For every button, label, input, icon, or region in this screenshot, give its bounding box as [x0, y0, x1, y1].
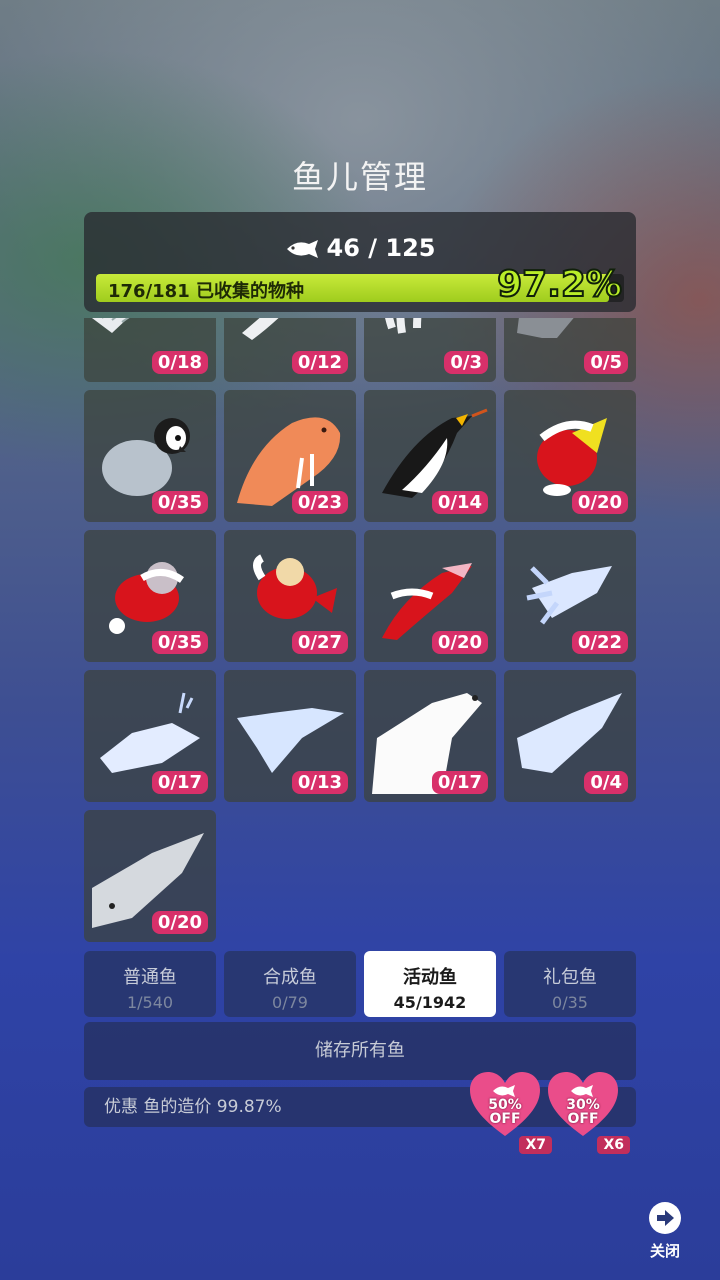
fish-card[interactable]: 0/5	[504, 318, 636, 382]
coupon-text: 50% OFF	[488, 1097, 522, 1127]
fish-card[interactable]: 0/14	[364, 390, 496, 522]
fish-card[interactable]: 0/23	[224, 390, 356, 522]
fish-card[interactable]: 0/35	[84, 530, 216, 662]
species-progress-label: 176/181 已收集的物种	[108, 281, 304, 302]
tab-label: 普通鱼	[123, 967, 177, 988]
fish-card[interactable]: 0/20	[504, 390, 636, 522]
tab-count: 0/79	[272, 993, 308, 1012]
fish-card[interactable]: 0/35	[84, 390, 216, 522]
species-progress-percent: 97.2%	[496, 263, 623, 306]
fish-count-badge: 0/18	[151, 351, 208, 374]
tab-merged-fish[interactable]: 合成鱼 0/79	[224, 951, 356, 1017]
fish-card[interactable]: 0/18	[84, 318, 216, 382]
tab-event-fish[interactable]: 活动鱼 45/1942	[364, 951, 496, 1017]
coupon-50-off[interactable]: 50% OFF X7	[470, 1072, 552, 1154]
tab-count: 45/1942	[393, 993, 467, 1012]
fish-count-badge: 0/20	[151, 911, 208, 934]
close-icon	[649, 1202, 681, 1234]
fish-card[interactable]: 0/22	[504, 530, 636, 662]
collection-summary-panel: 46 / 125 176/181 已收集的物种 97.2%	[84, 212, 636, 312]
fish-card[interactable]: 0/27	[224, 530, 356, 662]
coupon-30-off[interactable]: 30% OFF X6	[548, 1072, 630, 1154]
page-title: 鱼儿管理	[291, 158, 428, 196]
fish-icon	[493, 1085, 515, 1097]
tab-label: 活动鱼	[403, 967, 457, 988]
fish-count-badge: 0/35	[151, 491, 208, 514]
fish-count-badge: 0/5	[584, 351, 628, 374]
tab-gift-fish[interactable]: 礼包鱼 0/35	[504, 951, 636, 1017]
tab-label: 礼包鱼	[543, 967, 597, 988]
tab-count: 0/35	[552, 993, 588, 1012]
fish-count-badge: 0/3	[444, 351, 488, 374]
fish-count-row: 46 / 125	[84, 234, 636, 262]
fish-grid: 0/18 0/12 0/3 0/5 0/35 0/23 0/14 0/20 0/…	[84, 318, 640, 942]
fish-count-badge: 0/20	[431, 631, 488, 654]
fish-count-badge: 0/12	[291, 351, 348, 374]
tab-count: 1/540	[126, 993, 174, 1012]
fish-card[interactable]: 0/4	[504, 670, 636, 802]
close-button[interactable]: 关闭	[640, 1202, 690, 1261]
fish-card[interactable]: 0/17	[364, 670, 496, 802]
fish-card[interactable]: 0/12	[224, 318, 356, 382]
fish-card[interactable]: 0/17	[84, 670, 216, 802]
tab-normal-fish[interactable]: 普通鱼 1/540	[84, 951, 216, 1017]
fish-count-badge: 0/22	[571, 631, 628, 654]
fish-icon	[571, 1085, 593, 1097]
close-label: 关闭	[649, 1242, 680, 1260]
fish-count-badge: 0/17	[151, 771, 208, 794]
fish-count-badge: 0/20	[571, 491, 628, 514]
fish-grid-scroll[interactable]: 0/18 0/12 0/3 0/5 0/35 0/23 0/14 0/20 0/…	[84, 318, 640, 948]
tab-label: 合成鱼	[263, 967, 317, 988]
fish-icon	[286, 240, 318, 258]
fish-card[interactable]: 0/3	[364, 318, 496, 382]
coupon-multiplier: X6	[597, 1136, 630, 1154]
fish-count-badge: 0/13	[291, 771, 348, 794]
fish-count-badge: 0/27	[291, 631, 348, 654]
coupon-text: 30% OFF	[566, 1097, 600, 1127]
fish-category-tabs: 普通鱼 1/540 合成鱼 0/79 活动鱼 45/1942 礼包鱼 0/35	[84, 951, 640, 1017]
fish-count-badge: 0/23	[291, 491, 348, 514]
fish-count-badge: 0/17	[431, 771, 488, 794]
fish-card[interactable]: 0/13	[224, 670, 356, 802]
discount-text: 优惠 鱼的造价 99.87%	[104, 1097, 282, 1117]
fish-count-badge: 0/4	[584, 771, 628, 794]
fish-count: 46 / 125	[326, 234, 436, 262]
fish-card[interactable]: 0/20	[364, 530, 496, 662]
fish-count-badge: 0/14	[431, 491, 488, 514]
fish-card[interactable]: 0/20	[84, 810, 216, 942]
fish-count-badge: 0/35	[151, 631, 208, 654]
